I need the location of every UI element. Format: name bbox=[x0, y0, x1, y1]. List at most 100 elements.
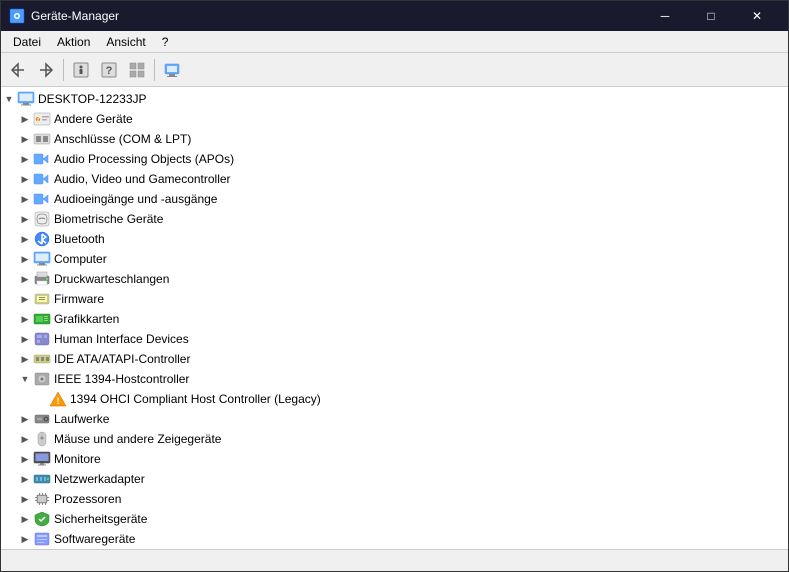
expand-icon-audio-processing[interactable]: ▶ bbox=[17, 151, 33, 167]
tree-label-biometrisch: Biometrische Geräte bbox=[54, 212, 163, 226]
tree-item-softwaregerate[interactable]: ▶Softwaregeräte bbox=[1, 529, 788, 549]
tree-label-bluetooth: Bluetooth bbox=[54, 232, 105, 246]
expand-icon-ide[interactable]: ▶ bbox=[17, 351, 33, 367]
tree-item-prozessoren[interactable]: ▶Prozessoren bbox=[1, 489, 788, 509]
expand-icon-bluetooth[interactable]: ▶ bbox=[17, 231, 33, 247]
expand-icon-hid[interactable]: ▶ bbox=[17, 331, 33, 347]
tree-label-ide: IDE ATA/ATAPI-Controller bbox=[54, 352, 190, 366]
tree-label-druckwarteschlangen: Druckwarteschlangen bbox=[54, 272, 169, 286]
tree-item-netzwerk[interactable]: ▶ Netzwerkadapter bbox=[1, 469, 788, 489]
expand-icon-audio-video[interactable]: ▶ bbox=[17, 171, 33, 187]
close-button[interactable]: ✕ bbox=[734, 1, 780, 31]
tree-item-audioeingange[interactable]: ▶Audioeingänge und -ausgänge bbox=[1, 189, 788, 209]
maximize-button[interactable]: □ bbox=[688, 1, 734, 31]
tree-item-firmware[interactable]: ▶Firmware bbox=[1, 289, 788, 309]
tree-item-bluetooth[interactable]: ▶ Bluetooth bbox=[1, 229, 788, 249]
menu-aktion[interactable]: Aktion bbox=[49, 33, 98, 50]
tree-item-monitore[interactable]: ▶ Monitore bbox=[1, 449, 788, 469]
expand-icon-anschlusse[interactable]: ▶ bbox=[17, 131, 33, 147]
device-icon-audioeingange bbox=[33, 191, 51, 207]
device-icon-ide bbox=[33, 351, 51, 367]
device-icon-ieee1394 bbox=[33, 371, 51, 387]
tree-root[interactable]: ▼ DESKTOP-12233JP bbox=[1, 89, 788, 109]
tree-item-hid[interactable]: ▶ Human Interface Devices bbox=[1, 329, 788, 349]
device-icon-hid bbox=[33, 331, 51, 347]
device-icon-grafikkarten bbox=[33, 311, 51, 327]
device-icon-anschlusse bbox=[33, 131, 51, 147]
tree-item-audio-processing[interactable]: ▶Audio Processing Objects (APOs) bbox=[1, 149, 788, 169]
tree-item-audio-video[interactable]: ▶Audio, Video und Gamecontroller bbox=[1, 169, 788, 189]
root-expand-icon[interactable]: ▼ bbox=[1, 91, 17, 107]
title-bar: Geräte-Manager ─ □ ✕ bbox=[1, 1, 788, 31]
expand-icon-ieee1394[interactable]: ▼ bbox=[17, 371, 33, 387]
properties-button[interactable] bbox=[68, 57, 94, 83]
status-bar bbox=[1, 549, 788, 571]
expand-icon-biometrisch[interactable]: ▶ bbox=[17, 211, 33, 227]
expand-icon-andere-gerate[interactable]: ▶ bbox=[17, 111, 33, 127]
tree-item-ieee1394[interactable]: ▼IEEE 1394-Hostcontroller bbox=[1, 369, 788, 389]
window-icon bbox=[9, 8, 25, 24]
device-tree[interactable]: ▼ DESKTOP-12233JP ▶? Andere Geräte ▶ Anschl… bbox=[1, 87, 788, 549]
tree-item-ide[interactable]: ▶ IDE ATA/ATAPI-Controller bbox=[1, 349, 788, 369]
help-button[interactable]: ? bbox=[96, 57, 122, 83]
menu-help[interactable]: ? bbox=[154, 33, 177, 50]
tree-label-anschlusse: Anschlüsse (COM & LPT) bbox=[54, 132, 191, 146]
tree-item-druckwarteschlangen[interactable]: ▶ Druckwarteschlangen bbox=[1, 269, 788, 289]
tree-label-netzwerk: Netzwerkadapter bbox=[54, 472, 145, 486]
tree-label-ieee1394-child: 1394 OHCI Compliant Host Controller (Leg… bbox=[70, 392, 321, 406]
menu-bar: Datei Aktion Ansicht ? bbox=[1, 31, 788, 53]
tree-item-andere-gerate[interactable]: ▶? Andere Geräte bbox=[1, 109, 788, 129]
svg-text:?: ? bbox=[106, 65, 113, 77]
expand-icon-monitore[interactable]: ▶ bbox=[17, 451, 33, 467]
device-icon-firmware bbox=[33, 291, 51, 307]
tree-label-sicherheit: Sicherheitsgeräte bbox=[54, 512, 147, 526]
tree-item-anschlusse[interactable]: ▶ Anschlüsse (COM & LPT) bbox=[1, 129, 788, 149]
tree-label-hid: Human Interface Devices bbox=[54, 332, 189, 346]
tree-label-computer: Computer bbox=[54, 252, 107, 266]
tree-item-mause[interactable]: ▶Mäuse und andere Zeigegeräte bbox=[1, 429, 788, 449]
forward-button[interactable] bbox=[33, 57, 59, 83]
expand-icon-softwaregerate[interactable]: ▶ bbox=[17, 531, 33, 547]
tree-item-computer[interactable]: ▶ Computer bbox=[1, 249, 788, 269]
device-icon-audio-processing bbox=[33, 151, 51, 167]
device-icon-druckwarteschlangen bbox=[33, 271, 51, 287]
tree-label-grafikkarten: Grafikkarten bbox=[54, 312, 119, 326]
device-manager-window: Geräte-Manager ─ □ ✕ Datei Aktion Ansich… bbox=[0, 0, 789, 572]
tree-label-monitore: Monitore bbox=[54, 452, 101, 466]
device-icon-andere-gerate: ? bbox=[33, 111, 51, 127]
expand-icon-computer[interactable]: ▶ bbox=[17, 251, 33, 267]
device-icon-audio-video bbox=[33, 171, 51, 187]
expand-icon-grafikkarten[interactable]: ▶ bbox=[17, 311, 33, 327]
device-icon-ieee1394-child: ! bbox=[49, 391, 67, 407]
expand-icon-sicherheit[interactable]: ▶ bbox=[17, 511, 33, 527]
menu-datei[interactable]: Datei bbox=[5, 33, 49, 50]
view-button[interactable] bbox=[124, 57, 150, 83]
tree-label-laufwerke: Laufwerke bbox=[54, 412, 109, 426]
window-title: Geräte-Manager bbox=[31, 9, 642, 23]
device-icon-softwaregerate bbox=[33, 531, 51, 547]
tree-item-sicherheit[interactable]: ▶ Sicherheitsgeräte bbox=[1, 509, 788, 529]
tree-item-laufwerke[interactable]: ▶ Laufwerke bbox=[1, 409, 788, 429]
minimize-button[interactable]: ─ bbox=[642, 1, 688, 31]
tree-item-biometrisch[interactable]: ▶ Biometrische Geräte bbox=[1, 209, 788, 229]
tree-item-ieee1394-child[interactable]: ! 1394 OHCI Compliant Host Controller (Le… bbox=[1, 389, 788, 409]
expand-icon-firmware[interactable]: ▶ bbox=[17, 291, 33, 307]
device-icon-prozessoren bbox=[33, 491, 51, 507]
expand-icon-mause[interactable]: ▶ bbox=[17, 431, 33, 447]
back-button[interactable] bbox=[5, 57, 31, 83]
expand-icon-netzwerk[interactable]: ▶ bbox=[17, 471, 33, 487]
tree-label-andere-gerate: Andere Geräte bbox=[54, 112, 133, 126]
expand-icon-druckwarteschlangen[interactable]: ▶ bbox=[17, 271, 33, 287]
svg-text:?: ? bbox=[36, 116, 40, 123]
window-controls: ─ □ ✕ bbox=[642, 1, 780, 31]
menu-ansicht[interactable]: Ansicht bbox=[98, 33, 153, 50]
device-icon-computer bbox=[33, 251, 51, 267]
tree-item-grafikkarten[interactable]: ▶ Grafikkarten bbox=[1, 309, 788, 329]
svg-text:!: ! bbox=[57, 396, 60, 406]
computer-icon-button[interactable] bbox=[159, 57, 185, 83]
toolbar-separator-1 bbox=[63, 59, 64, 81]
expand-icon-audioeingange[interactable]: ▶ bbox=[17, 191, 33, 207]
expand-icon-laufwerke[interactable]: ▶ bbox=[17, 411, 33, 427]
device-icon-mause bbox=[33, 431, 51, 447]
expand-icon-prozessoren[interactable]: ▶ bbox=[17, 491, 33, 507]
